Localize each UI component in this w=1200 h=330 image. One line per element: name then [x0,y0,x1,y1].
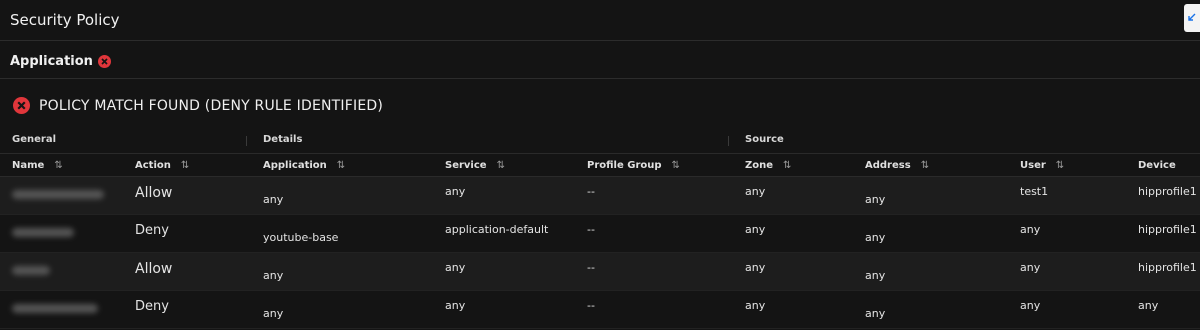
sort-icon[interactable]: ⇅ [181,160,189,171]
sort-icon[interactable]: ⇅ [497,160,505,171]
table-row[interactable]: Allow any any -- any any any hipprofile1 [0,252,1200,291]
service-cell: any [433,290,575,329]
column-header-name[interactable]: Name ⇅ [0,154,123,177]
profile-group-cell: -- [575,214,733,253]
clear-filter-icon[interactable] [97,55,111,68]
address-cell: any [853,290,1008,329]
match-status-text: POLICY MATCH FOUND (DENY RULE IDENTIFIED… [39,97,384,114]
device-cell: hipprofile1 [1126,214,1200,253]
column-header-profile-group[interactable]: Profile Group ⇅ [575,154,733,177]
redacted-rule-name [12,228,74,237]
application-cell: any [251,252,433,291]
action-cell: Allow [123,252,251,291]
action-cell: Allow [123,176,251,215]
column-header-application[interactable]: Application ⇅ [251,154,433,177]
redacted-rule-name [12,266,50,275]
column-header-device[interactable]: Device [1126,154,1200,177]
group-general: General [12,134,56,145]
group-source: Source [745,134,784,145]
sort-icon[interactable]: ⇅ [337,160,345,171]
application-cell: youtube-base [251,214,433,253]
redacted-rule-name [12,304,98,313]
filter-chip-label: Application [10,54,93,69]
group-divider [246,136,247,146]
sort-icon[interactable]: ⇅ [783,160,791,171]
policy-table: Name ⇅ Action ⇅ Application ⇅ Service ⇅ Prof… [0,154,1200,329]
address-cell: any [853,176,1008,215]
table-header-row: Name ⇅ Action ⇅ Application ⇅ Service ⇅ Prof… [0,154,1200,177]
device-cell: hipprofile1 [1126,252,1200,291]
table-row[interactable]: Deny youtube-base application-default --… [0,214,1200,253]
rule-name-cell [0,290,123,329]
expand-button[interactable] [1184,4,1200,32]
user-cell: any [1008,252,1126,291]
user-cell: any [1008,290,1126,329]
address-cell: any [853,214,1008,253]
zone-cell: any [733,290,853,329]
filter-chip-application[interactable]: Application [10,54,111,69]
page-title: Security Policy [10,11,120,29]
filter-bar: Application [0,41,1200,79]
action-cell: Deny [123,290,251,329]
rule-name-cell [0,214,123,253]
sort-icon[interactable]: ⇅ [921,160,929,171]
zone-cell: any [733,176,853,215]
device-cell: any [1126,290,1200,329]
column-header-zone[interactable]: Zone ⇅ [733,154,853,177]
rule-name-cell [0,176,123,215]
application-cell: any [251,176,433,215]
column-header-user[interactable]: User ⇅ [1008,154,1126,177]
sort-icon[interactable]: ⇅ [1056,160,1064,171]
sort-icon[interactable]: ⇅ [672,160,680,171]
column-header-service[interactable]: Service ⇅ [433,154,575,177]
column-header-action[interactable]: Action ⇅ [123,154,251,177]
profile-group-cell: -- [575,176,733,215]
service-cell: any [433,252,575,291]
zone-cell: any [733,252,853,291]
service-cell: application-default [433,214,575,253]
user-cell: test1 [1008,176,1126,215]
column-group-row: General Details Source [0,126,1200,154]
action-cell: Deny [123,214,251,253]
panel-header: Security Policy [0,0,1200,41]
zone-cell: any [733,214,853,253]
rule-name-cell [0,252,123,291]
redacted-rule-name [12,190,104,199]
table-row[interactable]: Deny any any -- any any any any [0,290,1200,329]
x-circle-icon [13,97,30,114]
table-row[interactable]: Allow any any -- any any test1 hipprofil… [0,176,1200,215]
profile-group-cell: -- [575,252,733,291]
group-divider [728,136,729,146]
service-cell: any [433,176,575,215]
user-cell: any [1008,214,1126,253]
group-details: Details [263,134,303,145]
match-status: POLICY MATCH FOUND (DENY RULE IDENTIFIED… [13,97,383,114]
column-header-address[interactable]: Address ⇅ [853,154,1008,177]
expand-icon [1188,13,1196,21]
profile-group-cell: -- [575,290,733,329]
sort-icon[interactable]: ⇅ [54,160,62,171]
address-cell: any [853,252,1008,291]
device-cell: hipprofile1 [1126,176,1200,215]
application-cell: any [251,290,433,329]
